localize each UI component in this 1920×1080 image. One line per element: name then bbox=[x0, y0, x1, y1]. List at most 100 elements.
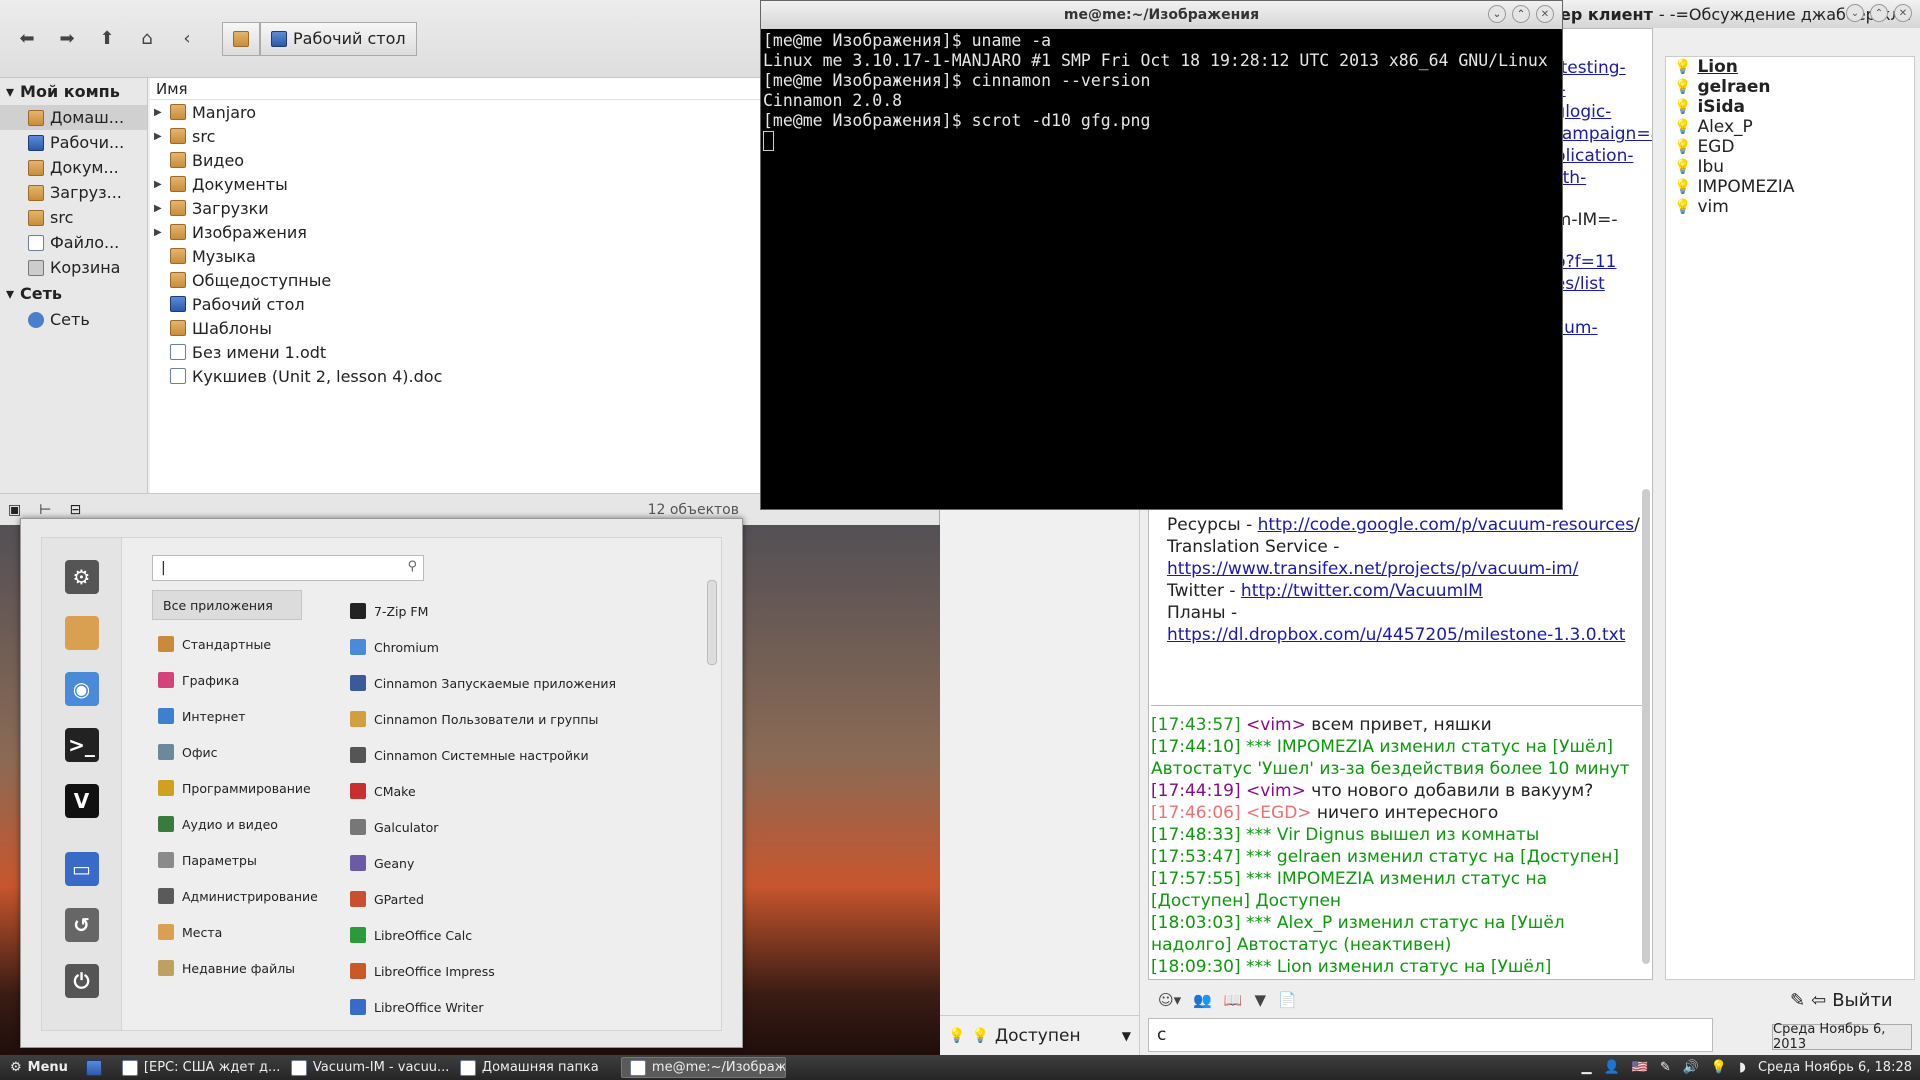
minimize-icon[interactable]: ⌄ bbox=[1488, 5, 1506, 23]
maximize-icon[interactable]: ⌃ bbox=[1512, 5, 1530, 23]
participant-item[interactable]: 💡 iSida bbox=[1666, 97, 1914, 117]
user-icon[interactable]: 👤 bbox=[1603, 1060, 1619, 1075]
close-icon[interactable]: ✕ bbox=[1894, 4, 1912, 22]
menu-app[interactable]: LibreOffice Calc bbox=[350, 917, 640, 953]
sidebar-item[interactable]: Домаш... bbox=[0, 105, 147, 130]
participant-item[interactable]: 💡 EGD bbox=[1666, 137, 1914, 157]
sidebar-item[interactable]: Докум... bbox=[0, 155, 147, 180]
menu-category[interactable]: Администрирование bbox=[152, 878, 318, 914]
book-icon[interactable]: 📖 bbox=[1224, 991, 1243, 1009]
menu-category[interactable]: Графика bbox=[152, 662, 302, 698]
participant-item[interactable]: 💡 Ibu bbox=[1666, 157, 1914, 177]
chevron-left-icon[interactable]: ‹ bbox=[172, 24, 202, 54]
window-list-icon[interactable]: ▁ bbox=[1581, 1060, 1591, 1075]
participant-item[interactable]: 💡 Lion bbox=[1666, 57, 1914, 77]
taskbar-button[interactable]: Домашняя папка bbox=[452, 1057, 617, 1078]
message-input[interactable]: c bbox=[1148, 1018, 1713, 1052]
up-icon[interactable]: ⬆ bbox=[92, 24, 122, 54]
info-link[interactable]: http://code.google.com/p/vacuum-resource… bbox=[1258, 515, 1634, 535]
menu-scrollbar[interactable] bbox=[707, 580, 717, 665]
menu-app[interactable]: LibreOffice Impress bbox=[350, 953, 640, 989]
menu-app[interactable]: Geany bbox=[350, 845, 640, 881]
terminal-output[interactable]: [me@me Изображения]$ uname -a Linux me 3.… bbox=[761, 29, 1562, 153]
menu-category[interactable]: Интернет bbox=[152, 698, 302, 734]
terminal-icon[interactable]: >_ bbox=[64, 728, 99, 762]
settings-icon[interactable]: ⚙ bbox=[64, 560, 99, 594]
tree-toggle-icon[interactable]: ⊢ bbox=[39, 502, 51, 518]
menu-app[interactable]: CMake bbox=[350, 773, 640, 809]
close-icon[interactable]: ✕ bbox=[1536, 5, 1554, 23]
info-link[interactable]: https://www.transifex.net/projects/p/vac… bbox=[1167, 559, 1578, 579]
participant-item[interactable]: 💡 Alex_P bbox=[1666, 117, 1914, 137]
menu-search-input[interactable]: | ⚲ bbox=[152, 555, 424, 581]
expand-arrow-icon[interactable]: ▶ bbox=[154, 203, 164, 214]
menu-app[interactable]: Galculator bbox=[350, 809, 640, 845]
taskbar-button[interactable]: [ЕРС: США ждет д... bbox=[114, 1057, 279, 1078]
vacuum-icon[interactable]: V bbox=[64, 784, 99, 818]
menu-category[interactable]: Стандартные bbox=[152, 626, 302, 662]
sidebar-item[interactable]: Рабочи... bbox=[0, 130, 147, 155]
hide-sidebar-icon[interactable]: ⊟ bbox=[69, 502, 81, 518]
network-icon[interactable]: ✎ bbox=[1660, 1060, 1671, 1075]
breadcrumb-current[interactable]: Рабочий стол bbox=[260, 21, 417, 56]
status-selector[interactable]: 💡 💡 Доступен ▼ bbox=[940, 1015, 1139, 1055]
menu-category[interactable]: Все приложения bbox=[152, 590, 302, 620]
forward-icon[interactable]: ➡ bbox=[52, 24, 82, 54]
menu-category[interactable]: Места bbox=[152, 914, 302, 950]
logout-icon[interactable]: ↺ bbox=[64, 908, 99, 942]
info-link[interactable]: https://dl.dropbox.com/u/4457205/milesto… bbox=[1167, 625, 1625, 645]
smiley-icon[interactable]: ☺▾ bbox=[1158, 991, 1181, 1009]
places-toggle-icon[interactable]: ▣ bbox=[8, 502, 21, 518]
participant-item[interactable]: 💡 vim bbox=[1666, 197, 1914, 217]
home-icon[interactable]: ⌂ bbox=[132, 24, 162, 54]
menu-category[interactable]: Аудио и видео bbox=[152, 806, 302, 842]
menu-app[interactable]: 7-Zip FM bbox=[350, 593, 640, 629]
menu-category[interactable]: Недавние файлы bbox=[152, 950, 302, 986]
expand-arrow-icon[interactable]: ▶ bbox=[154, 179, 164, 190]
breadcrumb-home[interactable] bbox=[222, 21, 260, 56]
chat-scrollbar[interactable] bbox=[1642, 489, 1650, 964]
expand-arrow-icon[interactable]: ▶ bbox=[154, 107, 164, 118]
message-nick[interactable]: <EGD> bbox=[1246, 803, 1312, 823]
sidebar-item[interactable]: src bbox=[0, 205, 147, 230]
im-status-icon[interactable]: 💡 bbox=[1711, 1060, 1727, 1075]
keyboard-flag-icon[interactable]: 🇺🇸 bbox=[1632, 1060, 1648, 1075]
message-nick[interactable]: <vim> bbox=[1246, 715, 1306, 735]
attach-icon[interactable]: 📄 bbox=[1278, 991, 1297, 1009]
sidebar-item[interactable]: Загруз... bbox=[0, 180, 147, 205]
folder-icon[interactable] bbox=[64, 616, 99, 650]
expand-arrow-icon[interactable]: ▶ bbox=[154, 227, 164, 238]
minimize-icon[interactable]: ⌄ bbox=[1846, 4, 1864, 22]
menu-app[interactable]: Cinnamon Системные настройки bbox=[350, 737, 640, 773]
users-icon[interactable]: 👥 bbox=[1193, 991, 1212, 1009]
exit-button[interactable]: ✎ ⇦ Выйти bbox=[1790, 990, 1893, 1011]
panel-clock[interactable]: Среда Ноябрь 6, 18:28 bbox=[1758, 1060, 1912, 1075]
menu-app[interactable]: Cinnamon Пользователи и группы bbox=[350, 701, 640, 737]
info-link[interactable]: http://twitter.com/VacuumIM bbox=[1241, 581, 1483, 601]
volume-icon[interactable]: 🔊 bbox=[1683, 1060, 1699, 1075]
sidebar-item-network[interactable]: Сеть bbox=[0, 307, 147, 332]
power-icon[interactable]: ⏻ bbox=[64, 964, 99, 998]
back-icon[interactable]: ⬅ bbox=[12, 24, 42, 54]
menu-category[interactable]: Офис bbox=[152, 734, 302, 770]
places-header[interactable]: ▾ Мой компь bbox=[0, 78, 147, 105]
maximize-icon[interactable]: ⌃ bbox=[1870, 4, 1888, 22]
menu-button[interactable]: ⚙ Menu bbox=[0, 1060, 78, 1075]
menu-app[interactable]: Chromium bbox=[350, 629, 640, 665]
sidebar-item[interactable]: Корзина bbox=[0, 255, 147, 280]
expand-arrow-icon[interactable]: ▶ bbox=[154, 131, 164, 142]
message-nick[interactable]: <vim> bbox=[1246, 781, 1306, 801]
participant-item[interactable]: 💡 gelraen bbox=[1666, 77, 1914, 97]
network-header[interactable]: ▾ Сеть bbox=[0, 280, 147, 307]
menu-app[interactable]: LibreOffice Writer bbox=[350, 989, 640, 1025]
participant-item[interactable]: 💡 IMPOMEZIA bbox=[1666, 177, 1914, 197]
taskbar-button[interactable]: me@me:~/Изображ... bbox=[620, 1057, 786, 1078]
taskbar-button[interactable]: Vacuum-IM - vacuu... bbox=[283, 1057, 448, 1078]
menu-app[interactable]: Cinnamon Запускаемые приложения bbox=[350, 665, 640, 701]
chevron-down-icon[interactable]: ▼ bbox=[1255, 991, 1267, 1009]
notification-icon[interactable]: ◗ bbox=[1739, 1060, 1746, 1075]
chromium-icon[interactable]: ◉ bbox=[64, 672, 99, 706]
show-desktop-button[interactable] bbox=[78, 1057, 110, 1078]
menu-category[interactable]: Параметры bbox=[152, 842, 302, 878]
sidebar-item[interactable]: Файло... bbox=[0, 230, 147, 255]
